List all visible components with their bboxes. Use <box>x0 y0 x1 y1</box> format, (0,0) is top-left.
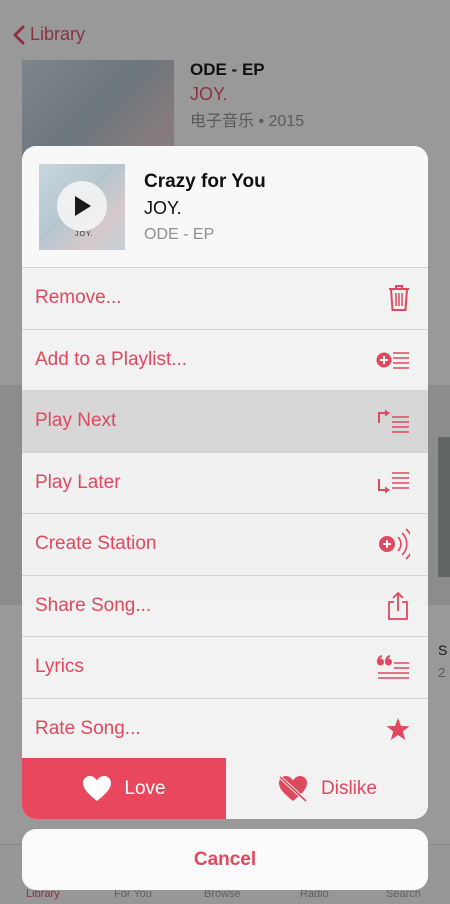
menu-item-play-next[interactable]: Play Next <box>22 391 428 453</box>
artwork-label: JOY. <box>75 231 94 238</box>
song-album: ODE - EP <box>144 226 215 243</box>
star-icon <box>376 714 410 744</box>
menu-label: Remove... <box>35 287 122 309</box>
add-to-playlist-icon <box>376 345 410 375</box>
action-sheet: JOY. Crazy for You JOY. ODE - EP Remove.… <box>22 146 428 819</box>
menu-item-share-song[interactable]: Share Song... <box>22 576 428 637</box>
menu-label: Share Song... <box>35 594 152 616</box>
song-artwork: JOY. <box>39 164 125 250</box>
dislike-button[interactable]: Dislike <box>226 758 428 819</box>
menu-item-remove[interactable]: Remove... <box>22 268 428 330</box>
menu-label: Create Station <box>35 533 157 555</box>
cancel-button[interactable]: Cancel <box>22 829 428 890</box>
menu-label: Rate Song... <box>35 717 141 739</box>
lyrics-icon <box>376 652 410 682</box>
play-button[interactable] <box>57 181 107 231</box>
love-button[interactable]: Love <box>22 758 226 819</box>
song-artist: JOY. <box>144 198 182 218</box>
menu-item-rate-song[interactable]: Rate Song... <box>22 699 428 760</box>
share-icon <box>376 591 410 621</box>
play-icon <box>75 196 91 216</box>
menu-label: Play Later <box>35 471 121 493</box>
love-label: Love <box>124 777 166 799</box>
song-title: Crazy for You <box>144 171 266 192</box>
broken-heart-icon <box>278 775 308 803</box>
menu-item-lyrics[interactable]: Lyrics <box>22 637 428 699</box>
menu-item-play-later[interactable]: Play Later <box>22 453 428 514</box>
station-icon <box>376 528 410 560</box>
dislike-label: Dislike <box>321 777 377 799</box>
menu-label: Lyrics <box>35 656 84 678</box>
heart-icon <box>83 776 112 801</box>
love-dislike-row: Love Dislike <box>22 758 428 819</box>
menu-item-add-to-playlist[interactable]: Add to a Playlist... <box>22 330 428 391</box>
menu-label: Add to a Playlist... <box>35 348 188 370</box>
trash-icon <box>376 283 410 313</box>
menu-item-create-station[interactable]: Create Station <box>22 514 428 576</box>
menu-label: Play Next <box>35 410 117 432</box>
play-later-icon <box>376 468 410 498</box>
song-header: JOY. Crazy for You JOY. ODE - EP <box>22 146 428 268</box>
play-next-icon <box>376 406 410 436</box>
